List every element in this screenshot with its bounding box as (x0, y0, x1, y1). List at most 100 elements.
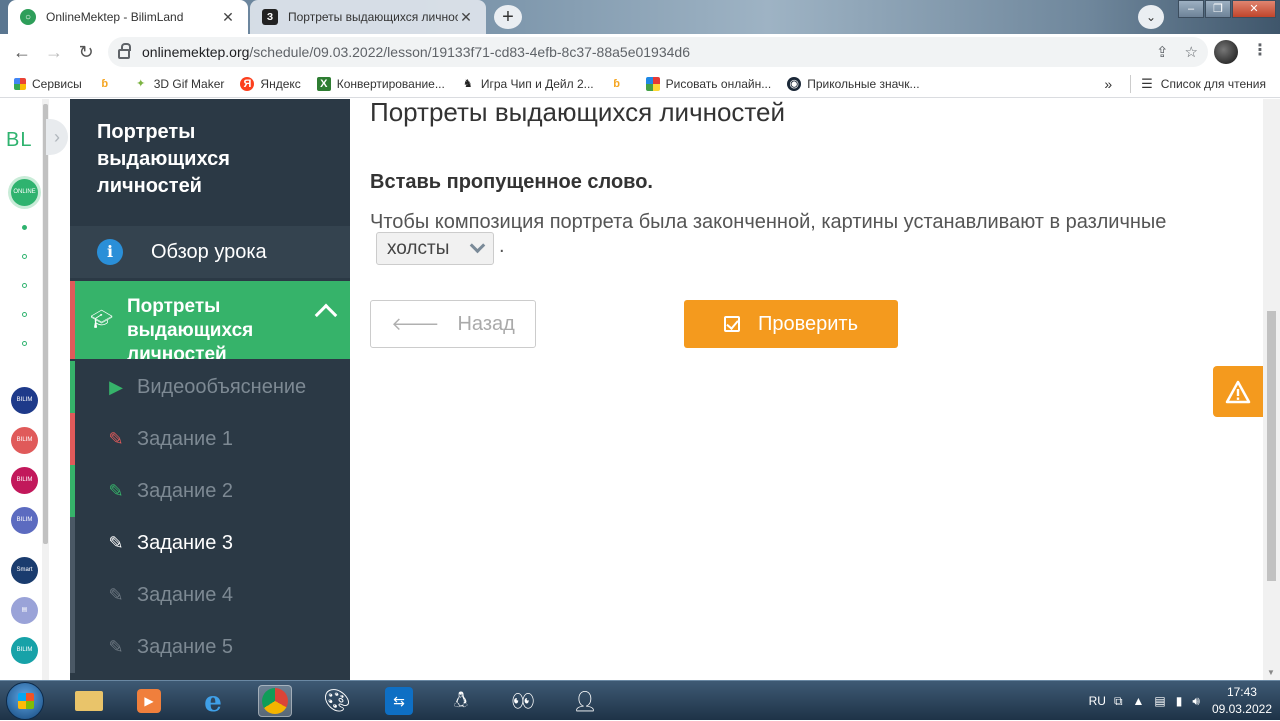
internet-explorer-icon[interactable]: e (196, 685, 230, 718)
close-tab-icon[interactable]: ✕ (458, 9, 474, 26)
bookmark-label: 3D Gif Maker (153, 76, 225, 91)
bilim-media-icon[interactable]: BILIM (11, 507, 38, 534)
edit-icon: ✎ (108, 428, 124, 449)
sidebar-item-task[interactable]: ✎ Задание 3 (70, 517, 350, 569)
scroll-down-arrow-icon[interactable]: ▼ (1267, 668, 1275, 677)
display-icon[interactable]: ⧉ (1114, 694, 1123, 709)
sidebar-item-label: Задание 5 (137, 635, 234, 658)
draw-online-icon (645, 76, 660, 91)
clock[interactable]: 17:43 09.03.2022 (1212, 684, 1272, 718)
volume-icon[interactable]: 🔊︎ (1192, 694, 1200, 709)
person-app-icon[interactable]: 👤︎ (568, 685, 602, 717)
profile-avatar[interactable] (1214, 40, 1238, 64)
rail-scrollbar[interactable] (42, 99, 49, 680)
reading-list-button[interactable]: Список для чтения (1161, 77, 1266, 91)
bookmark-icons[interactable]: ◉ Прикольные значк... (779, 76, 927, 91)
page-scrollbar[interactable]: ▼ (1263, 99, 1280, 680)
rail-dot[interactable] (22, 254, 27, 259)
close-tab-icon[interactable]: ✕ (220, 9, 236, 26)
rail-dot[interactable] (22, 225, 27, 230)
gif-maker-icon: ✦ (136, 77, 146, 90)
bilim-ustaz-icon[interactable]: BILIM (11, 427, 38, 454)
back-arrow-icon[interactable]: ← (6, 36, 38, 68)
bilimland-logo[interactable]: BL (6, 129, 32, 152)
bookmark-label: Игра Чип и Дейл 2... (480, 76, 594, 91)
checkbox-icon (723, 316, 740, 332)
tab-search-button[interactable]: ⌄ (1138, 5, 1164, 29)
bookmark-b-icon: ɓ (101, 77, 109, 90)
media-player-icon[interactable]: ▶ (132, 685, 166, 717)
maximize-button[interactable]: ❐ (1205, 0, 1231, 18)
smart-nation-icon[interactable]: Smart (11, 557, 38, 584)
sidebar-item-task[interactable]: ✎ Задание 5 (70, 621, 350, 673)
active-section-header[interactable]: 🎓︎ Портреты выдающихся личностей (70, 281, 350, 359)
explorer-icon[interactable] (72, 685, 106, 717)
rail-dot[interactable] (22, 312, 27, 317)
chrome-icon[interactable] (258, 685, 292, 717)
sidebar-item-task[interactable]: ✎ Задание 2 (70, 465, 350, 517)
lesson-overview-item[interactable]: i Обзор урока (70, 226, 350, 279)
services-rail: BL ONLINE BILIM BILIM BILIM BILIM Smart … (0, 99, 68, 680)
sidebar-item-task[interactable]: ✎ Задание 1 (70, 413, 350, 465)
teamviewer-icon[interactable]: ⇆ (382, 685, 416, 717)
rail-dot[interactable] (22, 283, 27, 288)
chevron-down-icon (469, 237, 486, 254)
bookmark-3d-gif[interactable]: ✦ 3D Gif Maker (126, 77, 233, 91)
tab-portraits[interactable]: З Портреты выдающихся личносте ✕ (250, 0, 486, 34)
sidebar-item-label: Видеообъяснение (137, 375, 307, 398)
convert-icon: X (316, 76, 331, 91)
sidebar-item-label: Задание 3 (137, 531, 234, 554)
reload-icon[interactable]: ↻ (70, 36, 102, 68)
bilim-tutor-icon[interactable]: BILIM (11, 387, 38, 414)
bookmarks-bar: Сервисы ɓ ✦ 3D Gif Maker Я Яндекс X Конв… (0, 70, 1280, 98)
reading-list-icon: ☰ (1141, 76, 1153, 91)
bilimland-icon: З (262, 9, 278, 25)
penguin-game-icon[interactable]: 🐧︎ (444, 685, 478, 717)
network-icon[interactable]: ▤ (1154, 694, 1165, 708)
windows-taskbar: ▶ e 🎨︎ ⇆ 🐧︎ 👀︎ 👤︎ RU ⧉ ▲ ▤ ▮ 🔊︎ 17:43 09… (0, 680, 1280, 720)
page-content: BL ONLINE BILIM BILIM BILIM BILIM Smart … (0, 99, 1280, 680)
keyboard-service-icon[interactable]: ▤ (11, 597, 38, 624)
expand-rail-chevron-icon[interactable]: › (46, 119, 68, 155)
scroll-thumb[interactable] (1267, 311, 1276, 581)
address-bar[interactable]: onlinemektep.org/schedule/09.03.2022/les… (108, 37, 1208, 67)
bookmark-convert[interactable]: X Конвертирование... (309, 76, 453, 91)
check-label: Проверить (757, 312, 859, 335)
new-tab-button[interactable]: + (494, 5, 522, 29)
onlinemektep-service-icon[interactable]: ONLINE (11, 179, 38, 206)
bookmark-draw-online[interactable]: Рисовать онлайн... (638, 76, 780, 91)
sidebar-item-task[interactable]: ✎ Задание 4 (70, 569, 350, 621)
lock-icon (118, 43, 131, 59)
sidebar-item-task[interactable]: ▶ Видеообъяснение (70, 361, 350, 413)
start-button[interactable] (6, 682, 44, 720)
tab-onlinemektep[interactable]: ○ OnlineMektep - BilimLand ✕ (8, 0, 248, 34)
bookmark-chip-dale[interactable]: ♞ Игра Чип и Дейл 2... (453, 77, 602, 91)
report-problem-button[interactable] (1213, 366, 1263, 417)
paint-icon[interactable]: 🎨︎ (320, 685, 354, 717)
minimize-button[interactable]: – (1178, 0, 1204, 18)
bookmark-b[interactable]: ɓ (90, 77, 126, 91)
check-button[interactable]: Проверить (684, 300, 898, 348)
share-icon[interactable]: ⇪ (1156, 43, 1169, 61)
bilim-shop-icon[interactable]: BILIM (11, 467, 38, 494)
bookmark-b-2[interactable]: ɓ (602, 77, 638, 91)
chrome-menu-icon[interactable]: ⋮ (1250, 40, 1270, 64)
bookmark-yandex[interactable]: Я Яндекс (232, 76, 308, 91)
bilim-class-icon[interactable]: BILIM (11, 637, 38, 664)
rail-dot[interactable] (22, 341, 27, 346)
chevron-up-icon[interactable] (314, 303, 338, 327)
bookmark-b-icon: ɓ (613, 77, 620, 90)
window-close-button[interactable]: ✕ (1232, 0, 1276, 18)
back-button[interactable]: 🡐 Назад (370, 300, 536, 348)
star-icon[interactable]: ☆ (1185, 43, 1198, 61)
eyes-app-icon[interactable]: 👀︎ (506, 685, 540, 717)
bookmark-services[interactable]: Сервисы (0, 77, 90, 91)
tray-expand-icon[interactable]: ▲ (1133, 694, 1145, 708)
forward-arrow-icon[interactable]: → (38, 36, 70, 68)
steam-icon: ◉ (787, 76, 802, 91)
language-indicator[interactable]: RU (1089, 694, 1106, 708)
more-bookmarks-icon[interactable]: » (1104, 76, 1112, 92)
status-mark (70, 465, 75, 517)
signal-icon[interactable]: ▮ (1176, 694, 1183, 708)
answer-dropdown[interactable]: холсты (376, 232, 494, 265)
